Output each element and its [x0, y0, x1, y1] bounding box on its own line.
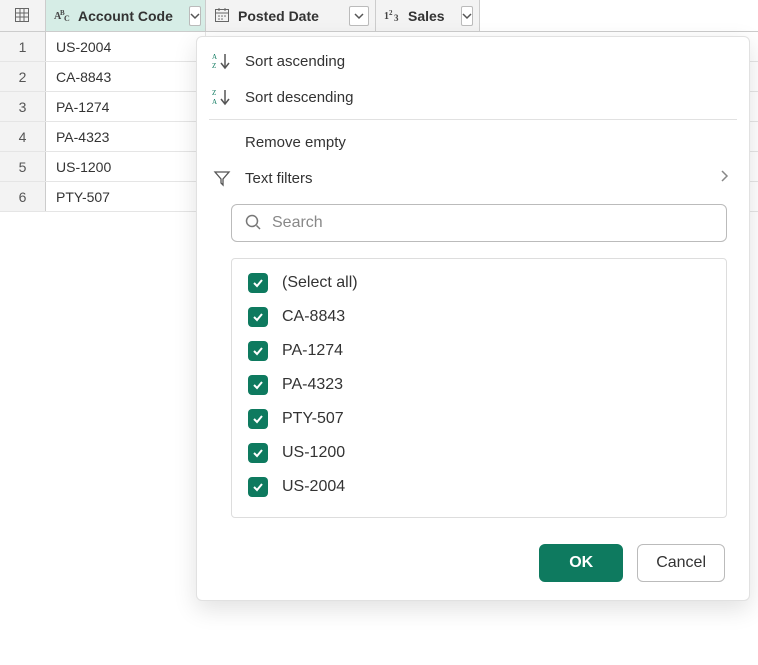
checkbox-checked-icon [248, 341, 268, 361]
chevron-down-icon [462, 11, 472, 21]
sort-descending-item[interactable]: ZA Sort descending [197, 79, 749, 115]
text-type-icon: ABC [54, 7, 72, 25]
filter-value-item[interactable]: US-1200 [248, 443, 710, 463]
filter-value-label: US-2004 [282, 478, 345, 496]
search-icon [244, 213, 262, 234]
checkbox-checked-icon [248, 443, 268, 463]
menu-label: Sort descending [245, 89, 353, 106]
column-header-account-code[interactable]: ABC Account Code [46, 0, 206, 31]
dialog-buttons: OK Cancel [197, 544, 725, 582]
filter-value-item[interactable]: PA-4323 [248, 375, 710, 395]
menu-label: Remove empty [245, 134, 346, 151]
sort-asc-icon: AZ [211, 52, 233, 70]
filter-icon [211, 169, 233, 187]
row-number: 3 [0, 92, 46, 121]
menu-separator [209, 119, 737, 120]
cell-account-code[interactable]: PTY-507 [46, 182, 206, 211]
chevron-down-icon [190, 11, 200, 21]
row-number-header [0, 0, 46, 31]
chevron-right-icon [719, 169, 729, 187]
filter-value-item[interactable]: US-2004 [248, 477, 710, 497]
filter-value-label: PA-1274 [282, 342, 343, 360]
svg-text:3: 3 [394, 13, 399, 23]
checkbox-checked-icon [248, 477, 268, 497]
filter-value-item[interactable]: PA-1274 [248, 341, 710, 361]
svg-text:2: 2 [389, 9, 393, 17]
row-number: 1 [0, 32, 46, 61]
filter-value-select-all[interactable]: (Select all) [248, 273, 710, 293]
column-filter-dropdown: AZ Sort ascending ZA Sort descending Rem… [196, 36, 750, 601]
column-header-sales[interactable]: 123 Sales [376, 0, 480, 31]
filter-value-label: CA-8843 [282, 308, 345, 326]
filter-value-item[interactable]: PTY-507 [248, 409, 710, 429]
checkbox-checked-icon [248, 409, 268, 429]
cell-account-code[interactable]: CA-8843 [46, 62, 206, 91]
svg-text:A: A [212, 53, 217, 61]
row-number: 2 [0, 62, 46, 91]
svg-text:Z: Z [212, 62, 216, 70]
table-icon [14, 7, 32, 25]
filter-values-list: (Select all) CA-8843 PA-1274 PA-4323 PTY… [231, 258, 727, 518]
column-name: Posted Date [238, 8, 319, 24]
search-input[interactable] [272, 214, 714, 232]
remove-empty-item[interactable]: Remove empty [197, 124, 749, 160]
cell-account-code[interactable]: PA-4323 [46, 122, 206, 151]
column-name: Sales [408, 8, 445, 24]
cell-account-code[interactable]: PA-1274 [46, 92, 206, 121]
checkbox-checked-icon [248, 375, 268, 395]
row-number: 4 [0, 122, 46, 151]
column-filter-button[interactable] [349, 6, 369, 26]
svg-text:A: A [212, 98, 217, 106]
column-header-posted-date[interactable]: Posted Date [206, 0, 376, 31]
sort-desc-icon: ZA [211, 88, 233, 106]
row-number: 6 [0, 182, 46, 211]
chevron-down-icon [354, 11, 364, 21]
cell-account-code[interactable]: US-2004 [46, 32, 206, 61]
filter-value-label: (Select all) [282, 274, 358, 292]
number-type-icon: 123 [384, 7, 402, 25]
filter-value-item[interactable]: CA-8843 [248, 307, 710, 327]
text-filters-item[interactable]: Text filters [197, 160, 749, 196]
header-filler [480, 0, 758, 31]
checkbox-checked-icon [248, 273, 268, 293]
menu-label: Sort ascending [245, 53, 345, 70]
column-filter-button[interactable] [189, 6, 201, 26]
table-header: ABC Account Code Posted Date 123 Sales [0, 0, 758, 32]
svg-text:Z: Z [212, 89, 216, 97]
search-box[interactable] [231, 204, 727, 242]
filter-value-label: PA-4323 [282, 376, 343, 394]
cell-account-code[interactable]: US-1200 [46, 152, 206, 181]
column-name: Account Code [78, 8, 173, 24]
svg-text:C: C [64, 14, 70, 23]
column-filter-button[interactable] [461, 6, 473, 26]
ok-button[interactable]: OK [539, 544, 623, 582]
filter-value-label: US-1200 [282, 444, 345, 462]
date-type-icon [214, 7, 232, 25]
checkbox-checked-icon [248, 307, 268, 327]
cancel-button[interactable]: Cancel [637, 544, 725, 582]
row-number: 5 [0, 152, 46, 181]
sort-ascending-item[interactable]: AZ Sort ascending [197, 43, 749, 79]
menu-label: Text filters [245, 170, 313, 187]
filter-value-label: PTY-507 [282, 410, 344, 428]
